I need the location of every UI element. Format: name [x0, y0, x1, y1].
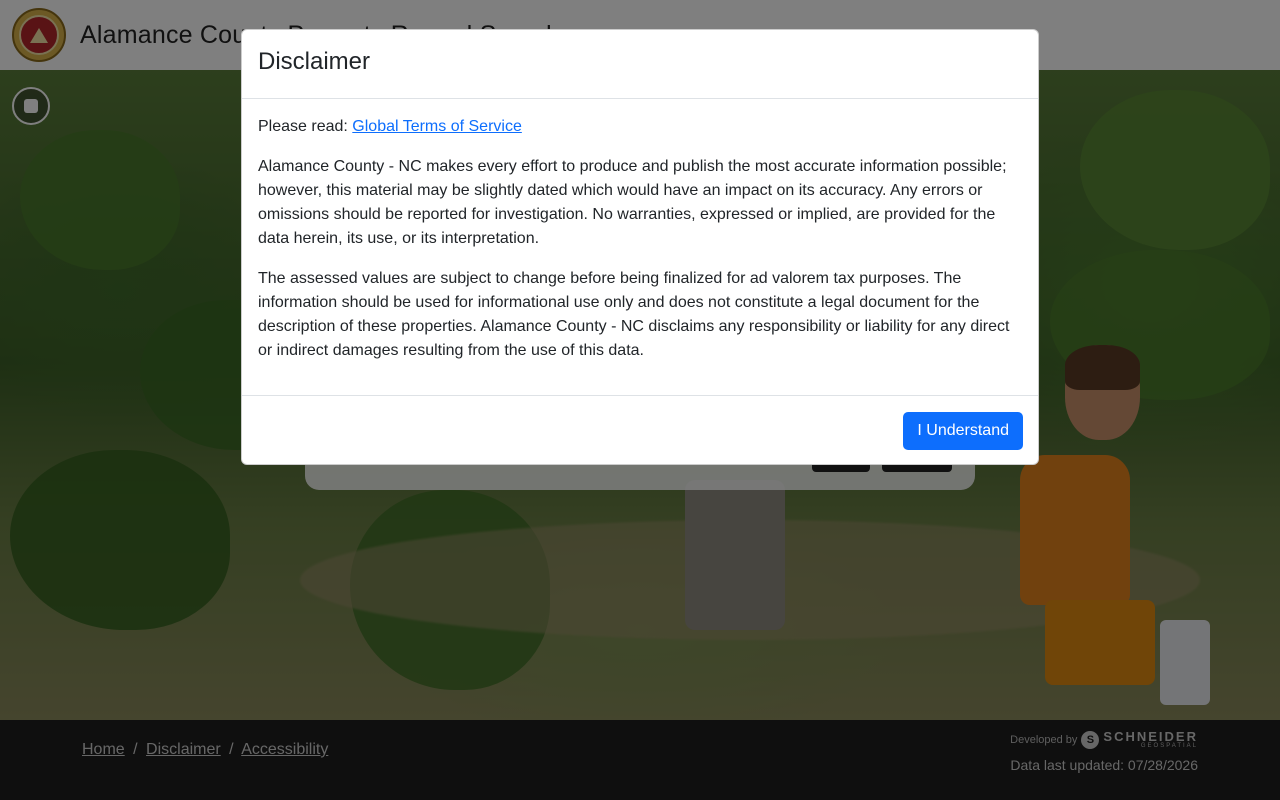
modal-header: Disclaimer — [242, 30, 1038, 99]
terms-line: Please read: Global Terms of Service — [258, 115, 1022, 139]
i-understand-button[interactable]: I Understand — [903, 412, 1023, 450]
please-read-label: Please read: — [258, 118, 348, 135]
disclaimer-modal: Disclaimer Please read: Global Terms of … — [241, 29, 1039, 465]
modal-body: Please read: Global Terms of Service Ala… — [242, 99, 1038, 395]
disclaimer-paragraph-2: The assessed values are subject to chang… — [258, 270, 1010, 359]
modal-footer: I Understand — [242, 395, 1038, 465]
modal-title: Disclaimer — [258, 48, 371, 75]
terms-of-service-link[interactable]: Global Terms of Service — [352, 118, 522, 135]
disclaimer-paragraph-1: Alamance County - NC makes every effort … — [258, 158, 1007, 247]
